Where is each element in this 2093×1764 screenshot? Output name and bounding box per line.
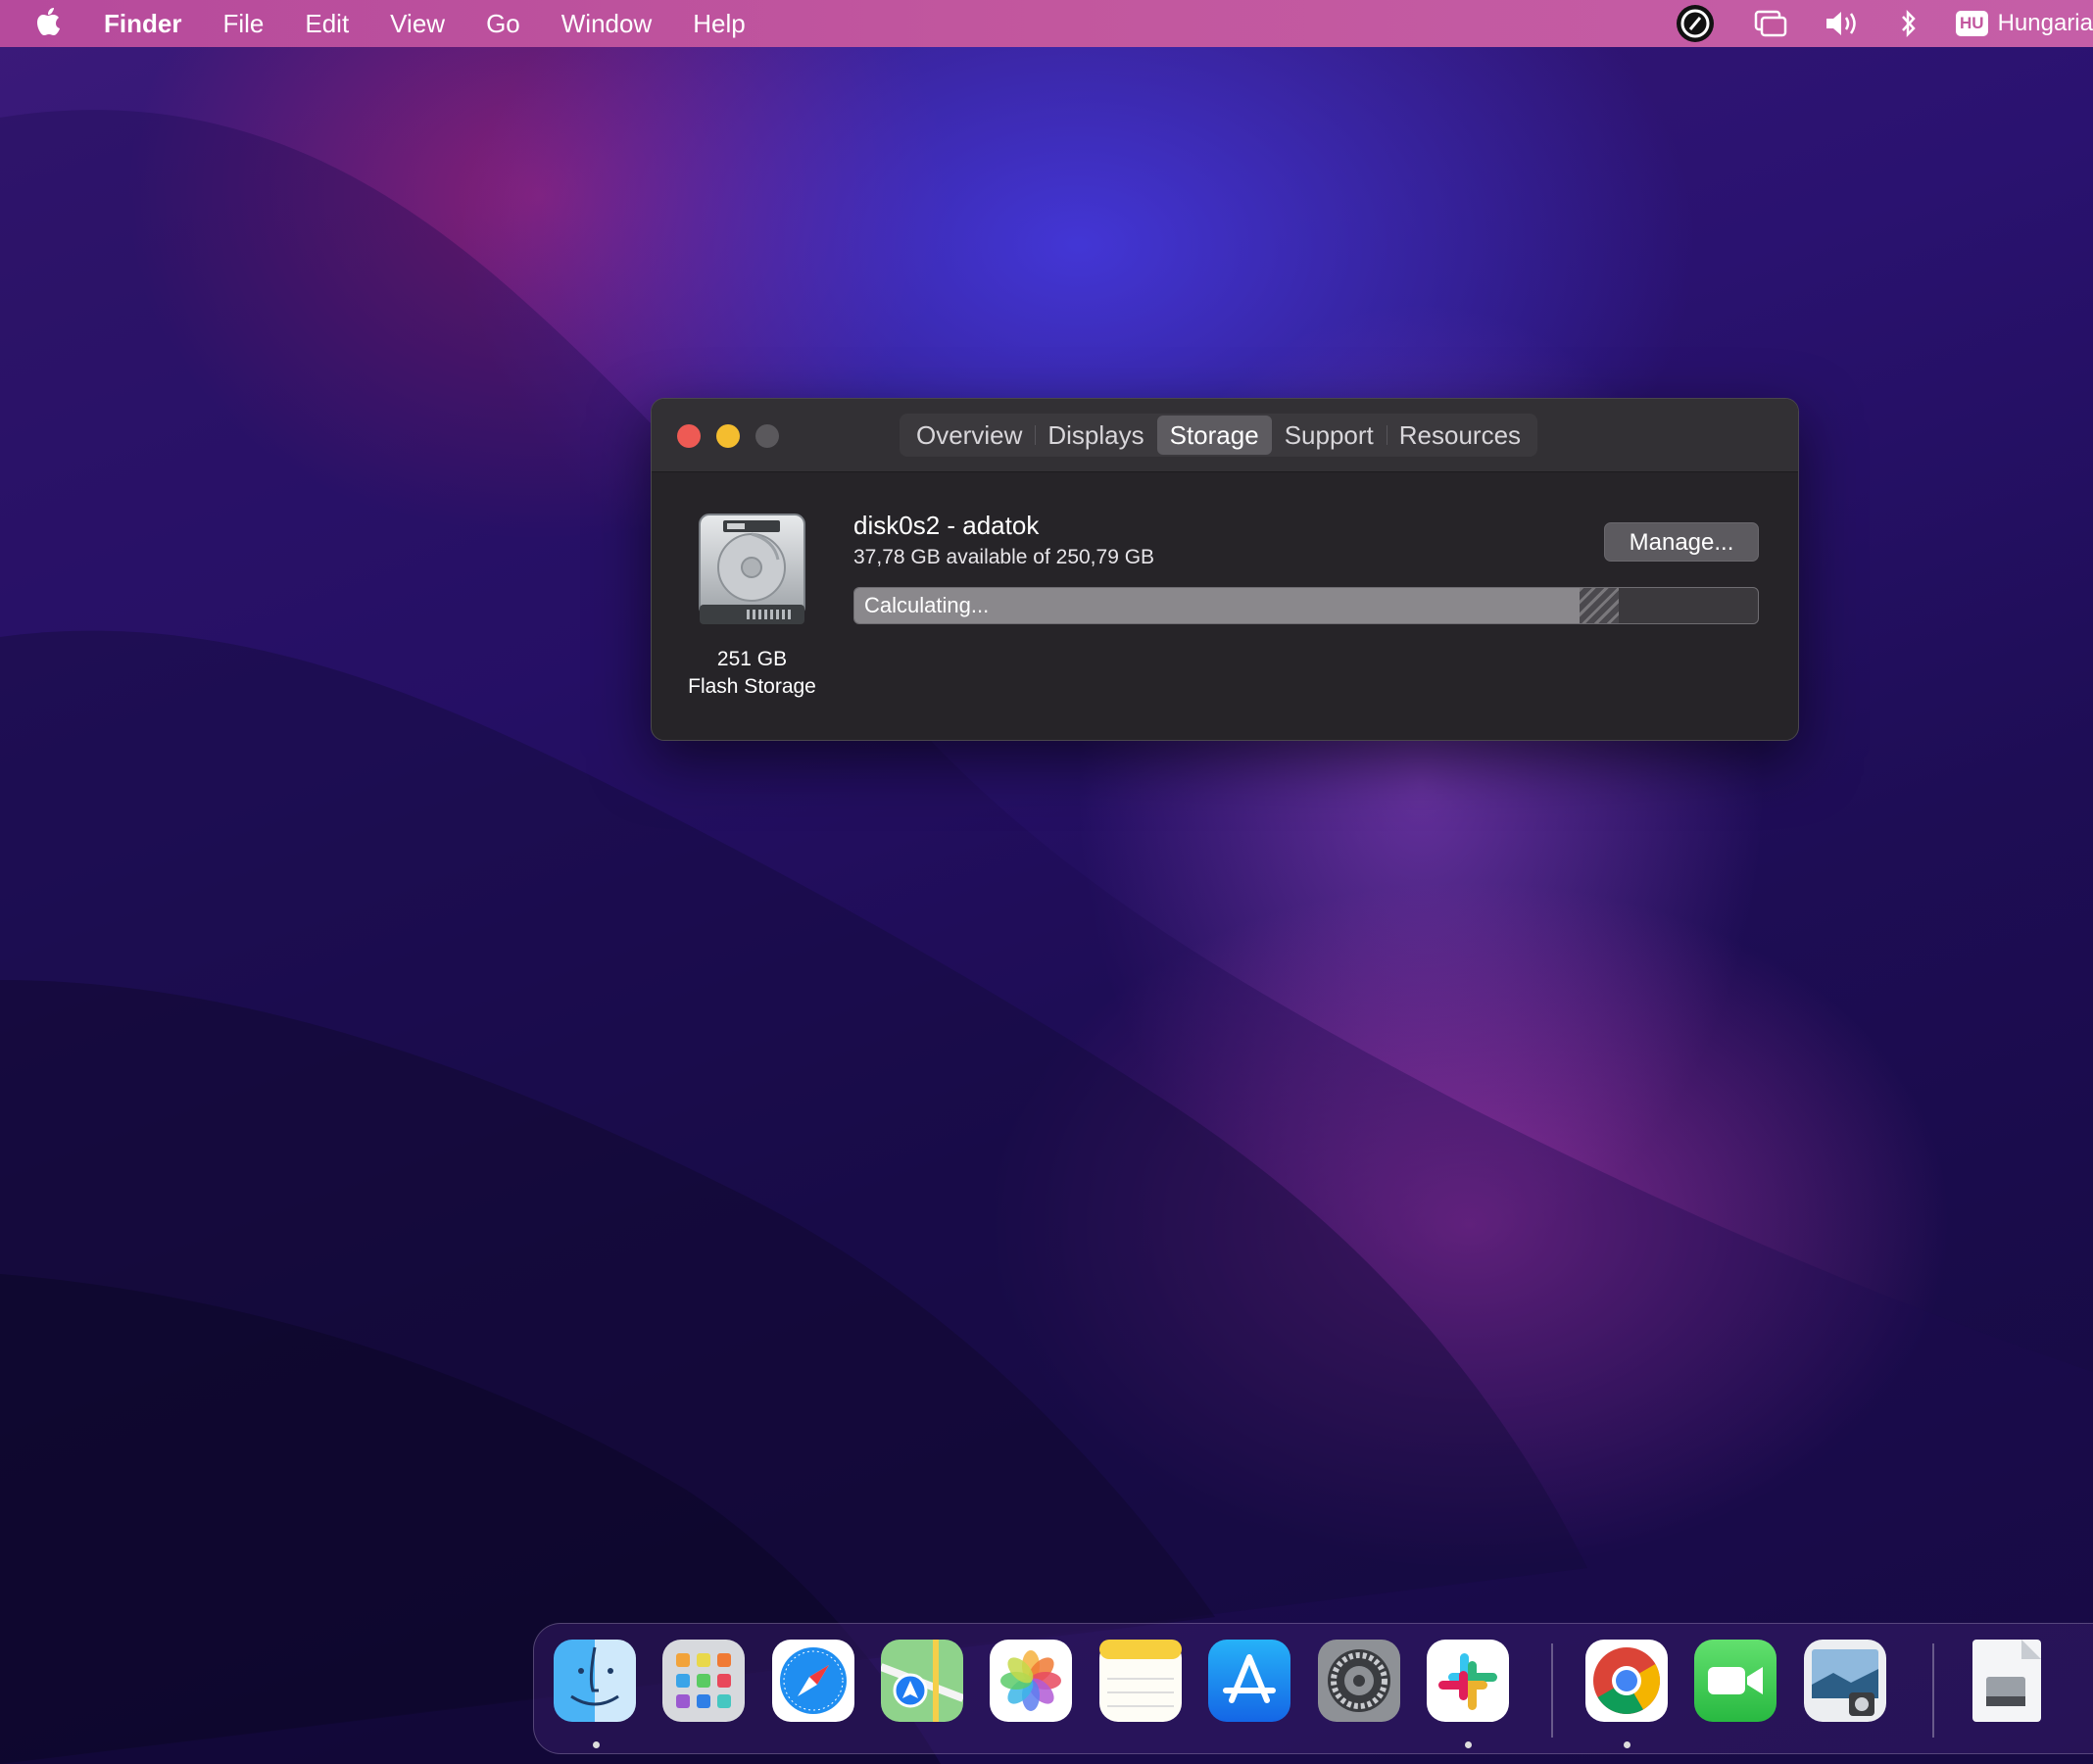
chrome-running-indicator [1624, 1741, 1631, 1748]
preview-icon[interactable] [1804, 1640, 1886, 1722]
zoom-button [755, 424, 779, 448]
dock [533, 1623, 2093, 1754]
screen-record-icon[interactable] [1674, 2, 1717, 45]
safari-icon[interactable] [772, 1640, 854, 1722]
notes-icon[interactable] [1099, 1640, 1182, 1722]
input-source-label: Hungaria [1997, 10, 2093, 36]
facetime-icon[interactable] [1694, 1640, 1777, 1722]
hard-drive-icon [696, 511, 808, 628]
storage-usage-bar: Calculating... [853, 587, 1759, 624]
disk-capacity: 251 GB [716, 648, 788, 670]
tab-storage[interactable]: Storage [1156, 416, 1272, 455]
photos-icon[interactable] [990, 1640, 1072, 1722]
menu-view[interactable]: View [390, 9, 445, 39]
dock-separator [1932, 1643, 1934, 1738]
tab-bar: Overview Displays Storage Support Resour… [900, 414, 1538, 457]
about-this-mac-window: Overview Displays Storage Support Resour… [651, 398, 1799, 741]
launchpad-icon[interactable] [662, 1640, 745, 1722]
menu-go[interactable]: Go [486, 9, 520, 39]
screen-mirroring-icon[interactable] [1754, 10, 1787, 37]
system-preferences-icon[interactable] [1318, 1640, 1400, 1722]
volume-availability: 37,78 GB available of 250,79 GB [853, 546, 1155, 568]
minimize-button[interactable] [716, 424, 740, 448]
tab-overview[interactable]: Overview [903, 416, 1035, 455]
menu-file[interactable]: File [222, 9, 264, 39]
document-icon[interactable] [1972, 1640, 2041, 1722]
menu-bar: Finder File Edit View Go Window Help HU [0, 0, 2093, 47]
menu-help[interactable]: Help [693, 9, 745, 39]
slack-running-indicator [1465, 1741, 1472, 1748]
dock-separator [1551, 1643, 1553, 1738]
volume-name: disk0s2 - adatok [853, 511, 1040, 540]
maps-icon[interactable] [879, 1640, 965, 1722]
desktop-wallpaper: Finder File Edit View Go Window Help HU [0, 0, 2093, 1764]
input-source-badge: HU [1956, 11, 1988, 36]
app-store-icon[interactable] [1208, 1640, 1290, 1722]
bluetooth-icon[interactable] [1899, 9, 1919, 38]
manage-button[interactable]: Manage... [1604, 522, 1759, 562]
wallpaper-waves [0, 110, 2093, 1764]
window-titlebar[interactable]: Overview Displays Storage Support Resour… [652, 399, 1798, 472]
storage-other-fill [1580, 588, 1619, 623]
input-source-menu[interactable]: HU Hungaria [1956, 10, 2093, 37]
menu-app-name[interactable]: Finder [104, 9, 181, 39]
chrome-icon[interactable] [1585, 1640, 1668, 1722]
menu-edit[interactable]: Edit [305, 9, 349, 39]
slack-icon[interactable] [1427, 1640, 1509, 1722]
finder-running-indicator [593, 1741, 600, 1748]
tab-displays[interactable]: Displays [1035, 416, 1156, 455]
tab-resources[interactable]: Resources [1386, 416, 1533, 455]
disk-type: Flash Storage [688, 675, 816, 698]
storage-bar-label: Calculating... [864, 593, 990, 617]
menu-window[interactable]: Window [561, 9, 652, 39]
finder-icon[interactable] [554, 1640, 636, 1722]
close-button[interactable] [677, 424, 701, 448]
tab-support[interactable]: Support [1272, 416, 1387, 455]
volume-icon[interactable] [1825, 10, 1862, 37]
apple-menu-icon[interactable] [33, 6, 67, 39]
